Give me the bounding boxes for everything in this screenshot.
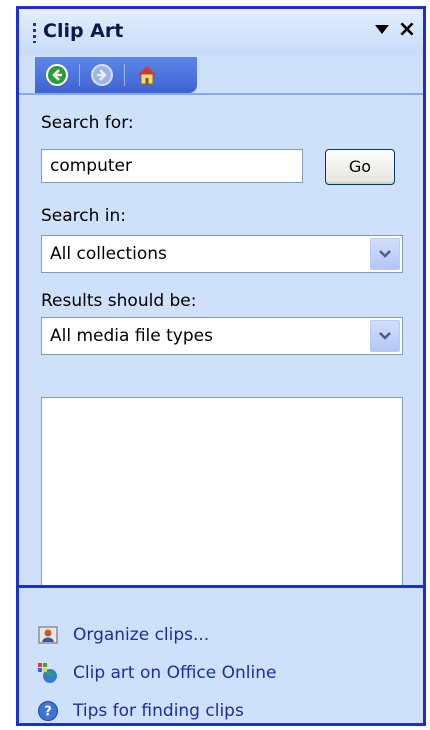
links-section: Organize clips... Clip art on Office Onl… <box>19 588 423 723</box>
task-pane-menu-dropdown[interactable] <box>375 25 389 34</box>
toolbar-underline <box>19 93 423 95</box>
search-in-dropdown[interactable]: All collections <box>41 235 403 273</box>
home-button[interactable] <box>131 61 163 89</box>
clip-art-task-pane: Clip Art × Search for: computer Go Searc… <box>16 6 426 726</box>
back-button[interactable] <box>41 61 73 89</box>
clip-art-online-label: Clip art on Office Online <box>73 663 277 683</box>
results-type-selected-value: All media file types <box>50 326 213 346</box>
drag-grip-handle[interactable] <box>33 23 36 43</box>
chevron-down-icon[interactable] <box>370 238 400 270</box>
search-in-label: Search in: <box>41 206 127 226</box>
help-icon: ? <box>38 701 58 721</box>
toolbar-separator <box>124 64 125 86</box>
task-pane-titlebar: Clip Art × <box>19 9 423 55</box>
results-type-dropdown[interactable]: All media file types <box>41 317 403 355</box>
tips-label: Tips for finding clips <box>73 701 244 721</box>
back-arrow-icon <box>46 64 68 86</box>
organize-clips-link[interactable]: Organize clips... <box>37 624 209 646</box>
search-in-selected-value: All collections <box>50 244 167 264</box>
task-pane-title: Clip Art <box>43 20 124 42</box>
go-button[interactable]: Go <box>325 149 395 185</box>
forward-arrow-icon <box>91 64 113 86</box>
search-for-label: Search for: <box>41 113 134 133</box>
home-icon <box>138 66 156 85</box>
svg-text:?: ? <box>44 705 52 720</box>
results-should-be-label: Results should be: <box>41 291 197 311</box>
clip-art-online-link[interactable]: Clip art on Office Online <box>37 662 276 684</box>
search-input[interactable]: computer <box>41 149 303 183</box>
tips-link[interactable]: ? Tips for finding clips <box>37 700 244 722</box>
toolbar-separator <box>79 64 80 86</box>
navigation-toolbar <box>35 57 197 93</box>
office-online-icon <box>38 663 57 683</box>
organize-clips-icon <box>38 626 58 644</box>
forward-button[interactable] <box>86 61 118 89</box>
organize-clips-label: Organize clips... <box>73 625 210 645</box>
chevron-down-icon[interactable] <box>370 320 400 352</box>
close-icon[interactable]: × <box>395 17 419 43</box>
results-list[interactable] <box>41 397 403 587</box>
